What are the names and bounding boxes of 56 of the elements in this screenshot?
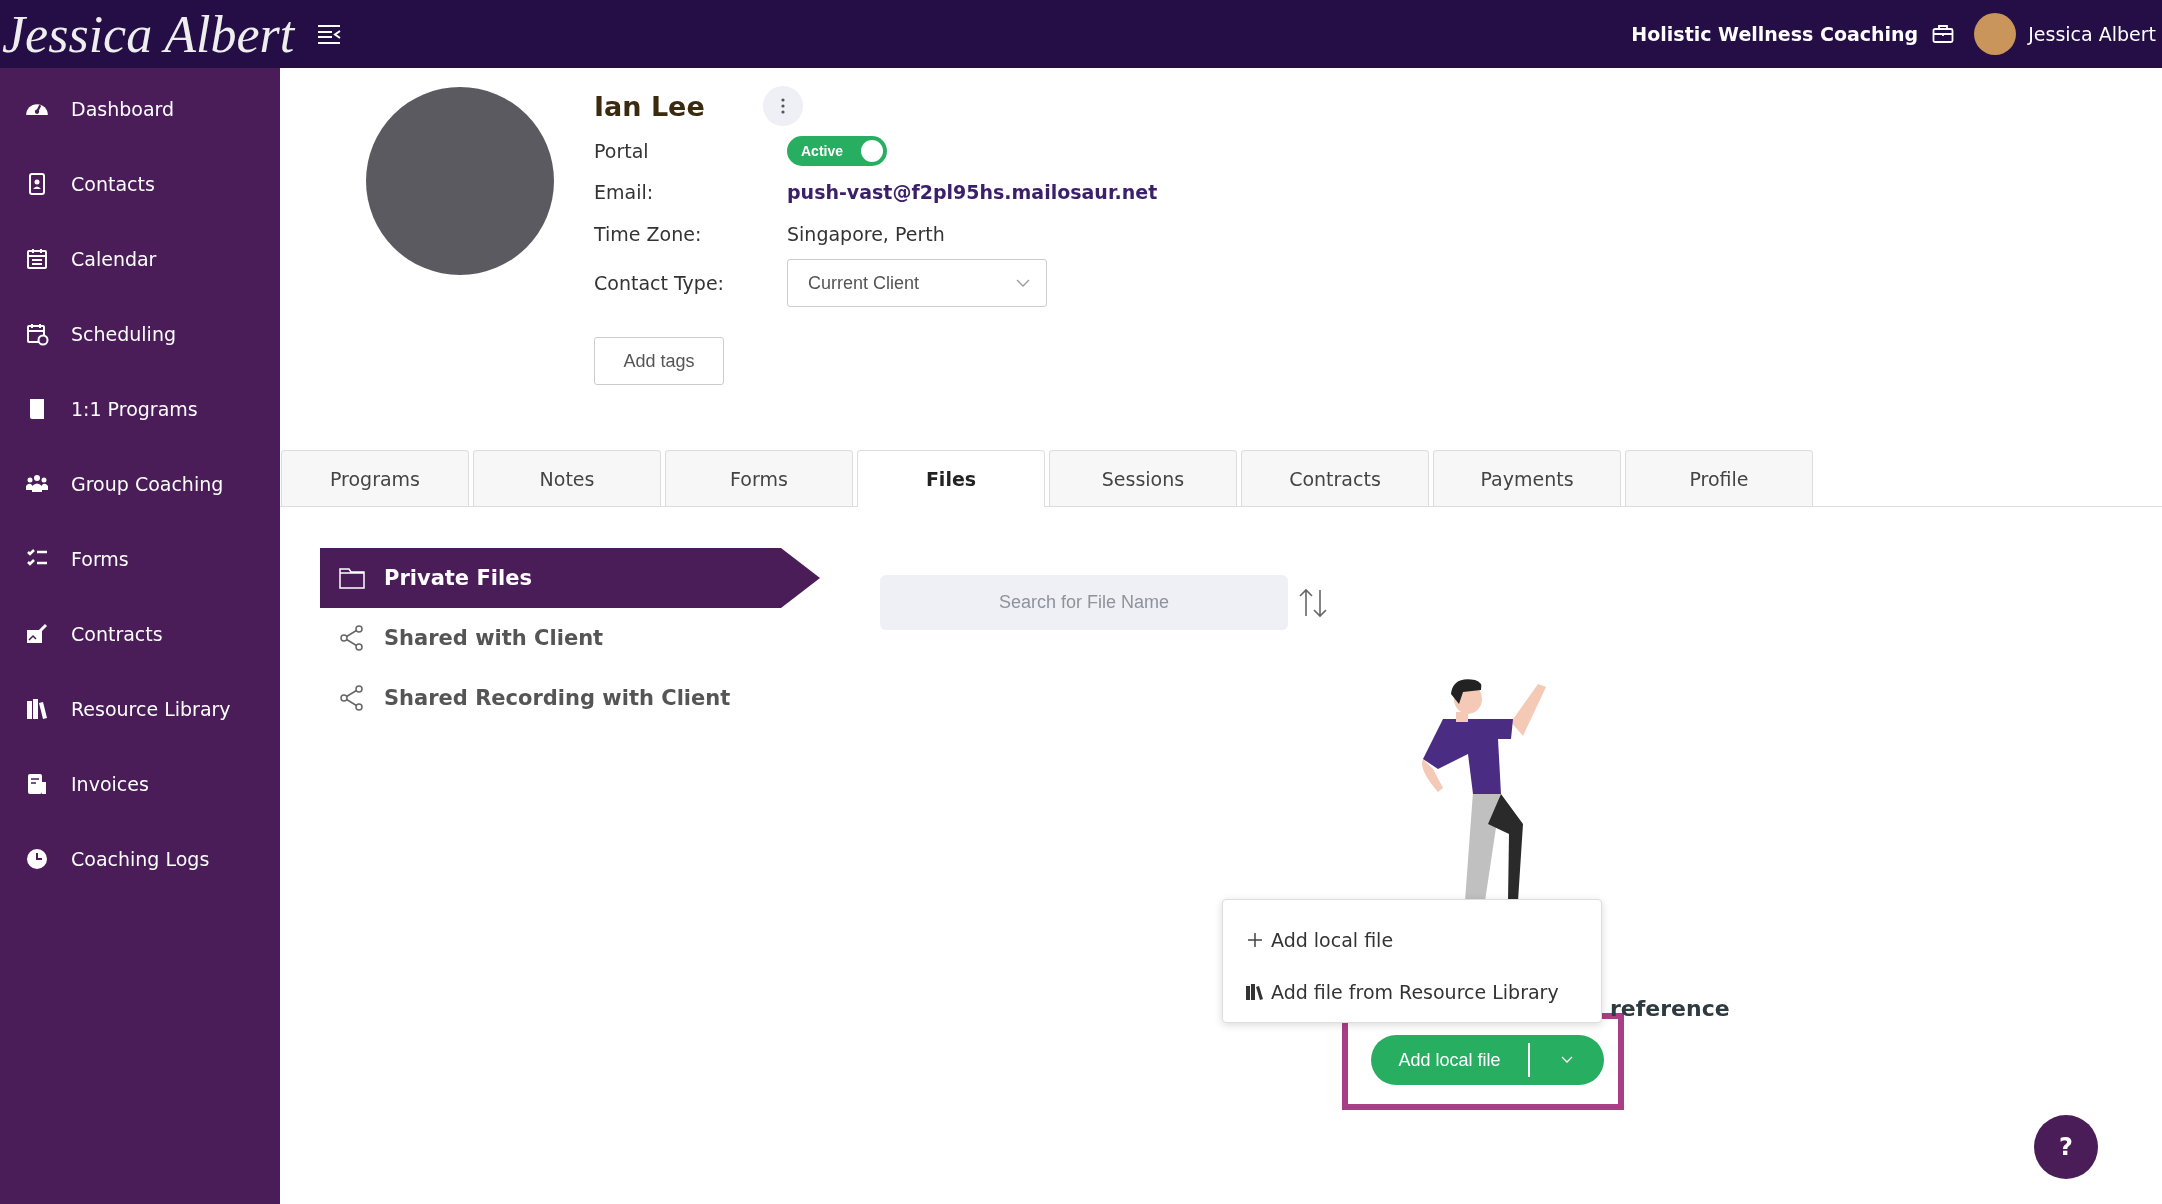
add-tags-button[interactable]: Add tags: [594, 337, 724, 385]
tab[interactable]: Sessions: [1049, 450, 1237, 506]
menu-icon[interactable]: [316, 23, 343, 45]
folder-item[interactable]: Shared with Client: [320, 608, 820, 668]
folder-item[interactable]: Shared Recording with Client: [320, 668, 820, 728]
tab[interactable]: Forms: [665, 450, 853, 506]
email-link[interactable]: push-vast@f2pl95hs.mailosaur.net: [787, 181, 1158, 203]
clock-icon: [25, 846, 49, 871]
user-name[interactable]: Jessica Albert: [2028, 23, 2156, 45]
invoices-icon: [25, 771, 49, 796]
contact-name: Ian Lee: [594, 90, 705, 122]
plus-icon: [1245, 930, 1265, 950]
field-value: Singapore, Perth: [787, 223, 945, 245]
field-label: Portal: [594, 140, 650, 162]
menu-item[interactable]: Add file from Resource Library: [1223, 966, 1601, 1018]
business-name[interactable]: Holistic Wellness Coaching: [1631, 23, 1919, 45]
sidebar-item[interactable]: 1:1 Programs: [0, 371, 280, 446]
field-label: Email:: [594, 181, 655, 203]
calendar-icon: [25, 246, 49, 271]
more-icon: [780, 98, 785, 114]
chevron-down-icon: [1561, 1056, 1573, 1064]
sidebar-item[interactable]: Coaching Logs: [0, 821, 280, 896]
books-icon: [1245, 982, 1265, 1002]
share-icon: [338, 624, 366, 652]
sidebar-item[interactable]: Forms: [0, 521, 280, 596]
field-label: Contact Type:: [594, 272, 725, 294]
field-label: Time Zone:: [594, 223, 703, 245]
share-icon: [338, 684, 366, 712]
sidebar-item[interactable]: Group Coaching: [0, 446, 280, 521]
sidebar-item[interactable]: Invoices: [0, 746, 280, 821]
scheduling-icon: [25, 321, 49, 346]
tab[interactable]: Programs: [281, 450, 469, 506]
sidebar-item[interactable]: Contacts: [0, 146, 280, 221]
library-icon: [25, 696, 49, 721]
tab[interactable]: Payments: [1433, 450, 1621, 506]
sidebar-item[interactable]: Calendar: [0, 221, 280, 296]
search-field[interactable]: Search for File Name: [880, 575, 1288, 630]
sidebar-item[interactable]: Scheduling: [0, 296, 280, 371]
briefcase-icon[interactable]: [1932, 24, 1955, 44]
dashboard-icon: [25, 102, 49, 115]
chevron-down-icon: [1016, 278, 1030, 288]
contact-type-select[interactable]: Current Client: [787, 259, 1047, 307]
tab[interactable]: Profile: [1625, 450, 1813, 506]
menu-item[interactable]: Add local file: [1223, 914, 1601, 966]
tab[interactable]: Files: [857, 450, 1045, 507]
sidebar-item[interactable]: Contracts: [0, 596, 280, 671]
contracts-icon: [25, 621, 49, 646]
user-avatar[interactable]: [1974, 13, 2017, 55]
sidebar-item[interactable]: Dashboard: [0, 71, 280, 146]
empty-state-text: reference: [1610, 996, 1731, 1021]
brand-logo: Jessica Albert: [2, 4, 295, 64]
tab[interactable]: Notes: [473, 450, 661, 506]
help-button[interactable]: ?: [2034, 1115, 2098, 1179]
tab[interactable]: Contracts: [1241, 450, 1429, 506]
folder-item[interactable]: Private Files: [320, 548, 820, 608]
sidebar-item[interactable]: Resource Library: [0, 671, 280, 746]
